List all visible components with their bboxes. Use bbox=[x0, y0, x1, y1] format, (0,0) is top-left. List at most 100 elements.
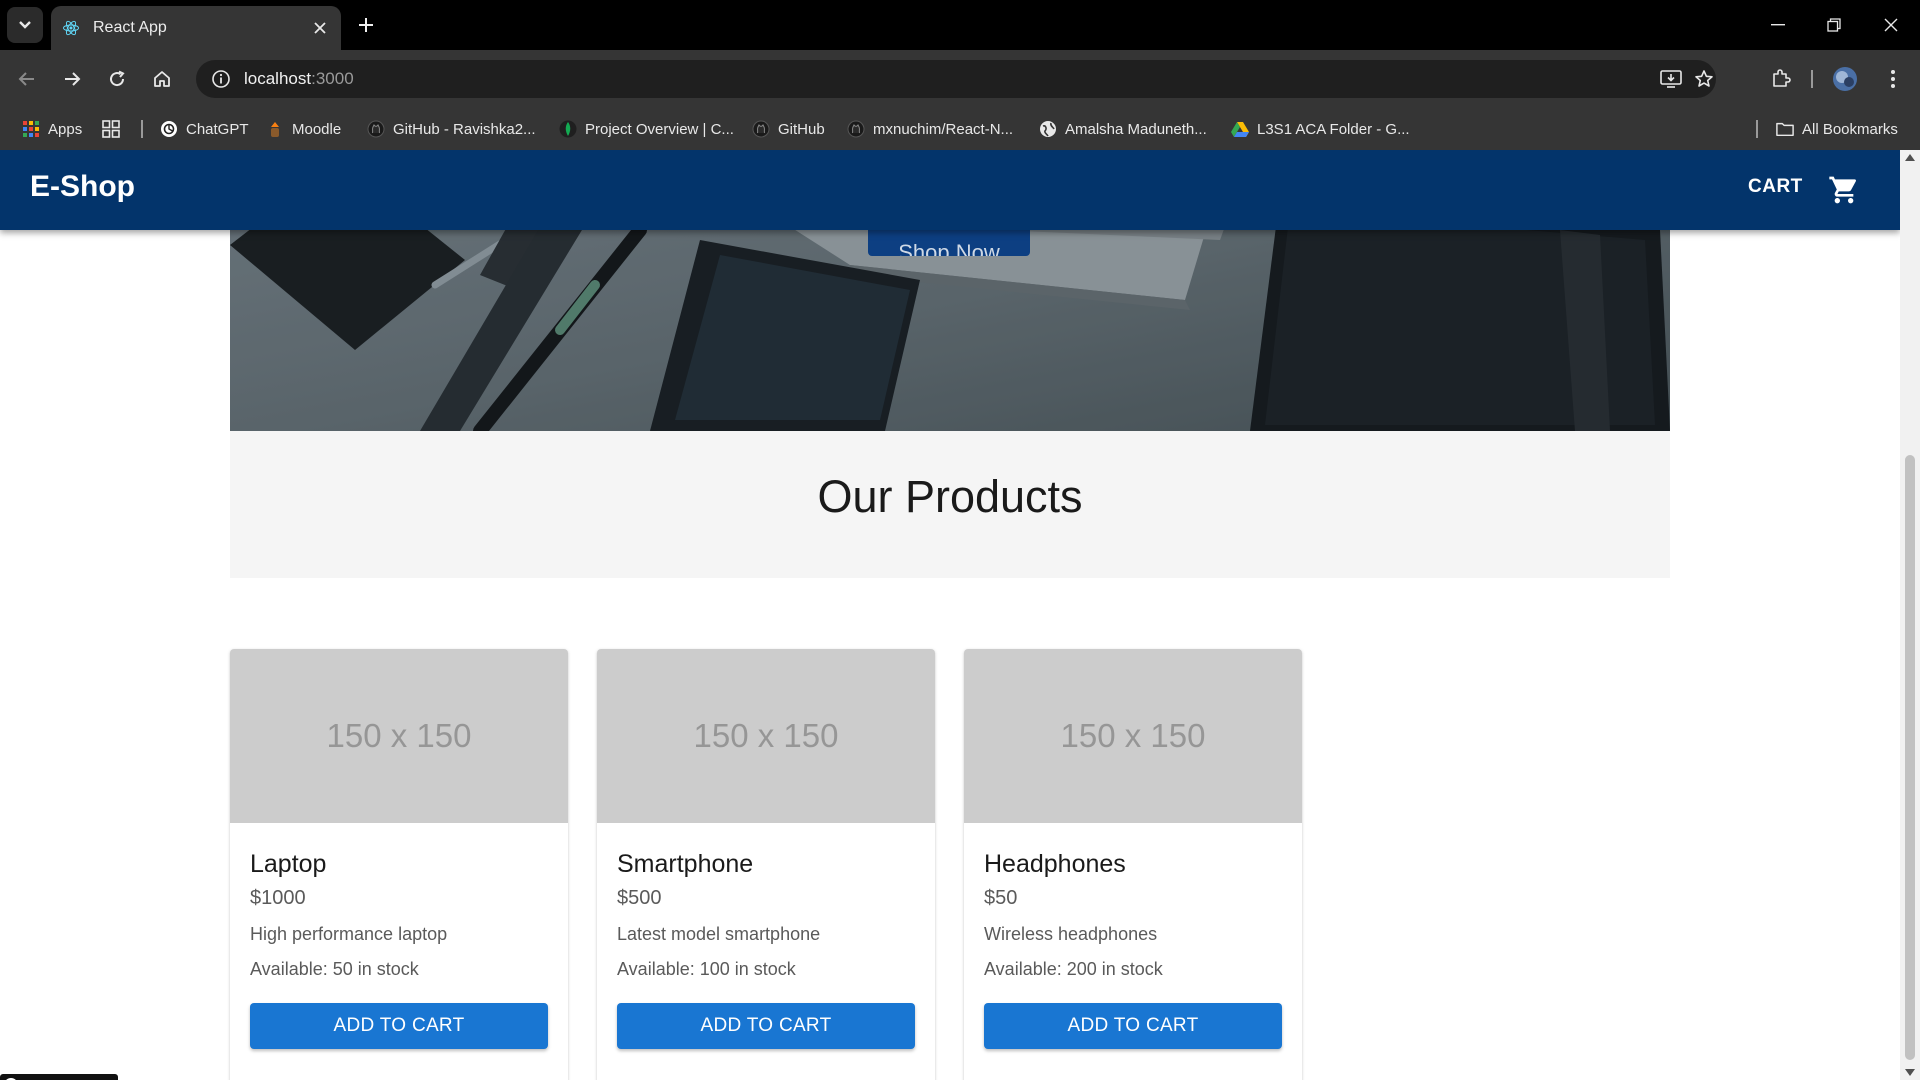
arrow-right-icon bbox=[65, 72, 81, 86]
add-to-cart-button[interactable]: ADD TO CART bbox=[250, 1003, 548, 1049]
bookmark-project-overview[interactable]: Project Overview | C... bbox=[559, 116, 734, 142]
bookmark-tab-groups[interactable] bbox=[102, 116, 128, 142]
url-port: :3000 bbox=[311, 69, 354, 88]
bookmark-label: mxnuchim/React-N... bbox=[873, 120, 1014, 138]
product-card: 150 x 150 Headphones $50 Wireless headph… bbox=[964, 649, 1302, 1080]
bookmark-label: Apps bbox=[48, 120, 83, 138]
screenrec-watermark: screenrec bbox=[0, 1074, 118, 1080]
page-scrollbar[interactable] bbox=[1900, 150, 1920, 1080]
bookmark-label: GitHub bbox=[778, 120, 825, 138]
product-price: $1000 bbox=[250, 887, 306, 909]
screenrec-label: screenrec bbox=[24, 1075, 101, 1080]
add-to-cart-button[interactable]: ADD TO CART bbox=[984, 1003, 1282, 1049]
scrollbar-thumb[interactable] bbox=[1905, 455, 1915, 1060]
bookmarks-bar: Apps ChatGPT Moodle GitHub - Ravishka2..… bbox=[0, 108, 1920, 150]
bookmark-l3s1-aca-folder[interactable]: L3S1 ACA Folder - G... bbox=[1231, 116, 1410, 142]
browser-tab[interactable]: React App bbox=[51, 6, 341, 50]
restore-window-button[interactable] bbox=[1814, 10, 1854, 40]
tab-title: React App bbox=[93, 19, 167, 36]
back-button[interactable] bbox=[10, 62, 44, 96]
home-button[interactable] bbox=[145, 62, 179, 96]
product-image-placeholder: 150 x 150 bbox=[597, 649, 935, 823]
more-vertical-icon bbox=[1891, 70, 1895, 88]
product-price: $500 bbox=[617, 887, 662, 909]
avatar-icon bbox=[1833, 67, 1857, 91]
browser-menu-button[interactable] bbox=[1876, 62, 1910, 96]
puzzle-icon bbox=[1773, 69, 1791, 87]
site-info-icon[interactable] bbox=[208, 66, 234, 92]
product-price: $50 bbox=[984, 887, 1018, 909]
scroll-up-arrow-icon[interactable] bbox=[1905, 154, 1915, 161]
scroll-down-arrow-icon[interactable] bbox=[1905, 1069, 1915, 1076]
home-icon bbox=[154, 71, 170, 87]
minimize-icon bbox=[1771, 24, 1785, 26]
bookmarks-separator bbox=[141, 120, 143, 138]
forward-button[interactable] bbox=[55, 62, 89, 96]
bookmark-label: Amalsha Maduneth... bbox=[1065, 120, 1207, 138]
all-bookmarks-button[interactable]: All Bookmarks bbox=[1776, 116, 1898, 142]
bookmark-label: Project Overview | C... bbox=[585, 120, 734, 138]
product-stock: Available: 100 in stock bbox=[617, 959, 796, 979]
products-title: Our Products bbox=[817, 471, 1083, 522]
bookmark-moodle[interactable]: Moodle bbox=[266, 116, 341, 142]
product-name: Headphones bbox=[984, 850, 1126, 878]
page-viewport: Shop Now Our Products 150 x 150 Laptop $… bbox=[0, 150, 1900, 1080]
bookmark-amalsha[interactable]: Amalsha Maduneth... bbox=[1039, 116, 1207, 142]
cart-link[interactable]: CART bbox=[1748, 176, 1803, 198]
close-tab-icon[interactable] bbox=[309, 17, 331, 39]
github-icon bbox=[847, 120, 865, 138]
restore-icon bbox=[1827, 18, 1841, 32]
profile-avatar[interactable] bbox=[1828, 62, 1862, 96]
toolbar-separator bbox=[1811, 70, 1813, 88]
product-card: 150 x 150 Smartphone $500 Latest model s… bbox=[597, 649, 935, 1080]
address-bar[interactable]: localhost:3000 bbox=[196, 60, 1716, 98]
bookmark-star-icon[interactable] bbox=[1689, 64, 1719, 94]
all-bookmarks-label: All Bookmarks bbox=[1802, 120, 1898, 138]
bookmark-github-ravishka[interactable]: GitHub - Ravishka2... bbox=[367, 116, 536, 142]
close-window-button[interactable] bbox=[1871, 10, 1911, 40]
browser-toolbar: localhost:3000 bbox=[0, 50, 1920, 108]
bookmark-apps[interactable]: Apps bbox=[22, 116, 82, 142]
bookmark-chatgpt[interactable]: ChatGPT bbox=[160, 116, 249, 142]
product-description: High performance laptop bbox=[250, 924, 448, 944]
product-stock: Available: 200 in stock bbox=[984, 959, 1163, 979]
extensions-button[interactable] bbox=[1764, 62, 1798, 96]
react-logo-icon bbox=[61, 18, 81, 38]
github-icon bbox=[367, 120, 385, 138]
product-stock: Available: 50 in stock bbox=[250, 959, 419, 979]
reload-icon bbox=[110, 70, 125, 87]
install-app-icon[interactable] bbox=[1656, 64, 1686, 94]
minimize-window-button[interactable] bbox=[1758, 10, 1798, 40]
chatgpt-icon bbox=[160, 120, 178, 138]
new-tab-button[interactable] bbox=[352, 11, 380, 39]
tab-search-button[interactable] bbox=[7, 7, 43, 43]
product-description: Latest model smartphone bbox=[617, 924, 821, 944]
bookmark-label: Moodle bbox=[292, 120, 342, 138]
globe-icon bbox=[1039, 120, 1057, 138]
moodle-icon bbox=[266, 120, 284, 138]
product-image-placeholder: 150 x 150 bbox=[964, 649, 1302, 823]
bookmark-github[interactable]: GitHub bbox=[752, 116, 825, 142]
plus-icon bbox=[359, 18, 373, 32]
add-to-cart-button[interactable]: ADD TO CART bbox=[617, 1003, 915, 1049]
bookmark-label: ChatGPT bbox=[186, 120, 249, 138]
close-icon bbox=[1884, 18, 1898, 32]
product-name: Smartphone bbox=[617, 850, 754, 878]
product-image-placeholder: 150 x 150 bbox=[230, 649, 568, 823]
apps-grid-icon bbox=[22, 120, 40, 138]
product-description: Wireless headphones bbox=[984, 924, 1158, 944]
chevron-down-icon bbox=[19, 21, 31, 29]
app-header: E-Shop CART bbox=[0, 150, 1900, 230]
bookmark-label: L3S1 ACA Folder - G... bbox=[1257, 120, 1410, 138]
shopping-cart-icon[interactable] bbox=[1828, 174, 1860, 206]
folder-icon bbox=[1776, 120, 1794, 138]
brand-logo[interactable]: E-Shop bbox=[30, 170, 135, 204]
reload-button[interactable] bbox=[100, 62, 134, 96]
github-icon bbox=[752, 120, 770, 138]
mongodb-icon bbox=[559, 120, 577, 138]
bookmark-label: GitHub - Ravishka2... bbox=[393, 120, 536, 138]
product-card: 150 x 150 Laptop $1000 High performance … bbox=[230, 649, 568, 1080]
bookmark-mxnuchim[interactable]: mxnuchim/React-N... bbox=[847, 116, 1013, 142]
url-host: localhost bbox=[244, 69, 312, 88]
product-name: Laptop bbox=[250, 850, 327, 878]
